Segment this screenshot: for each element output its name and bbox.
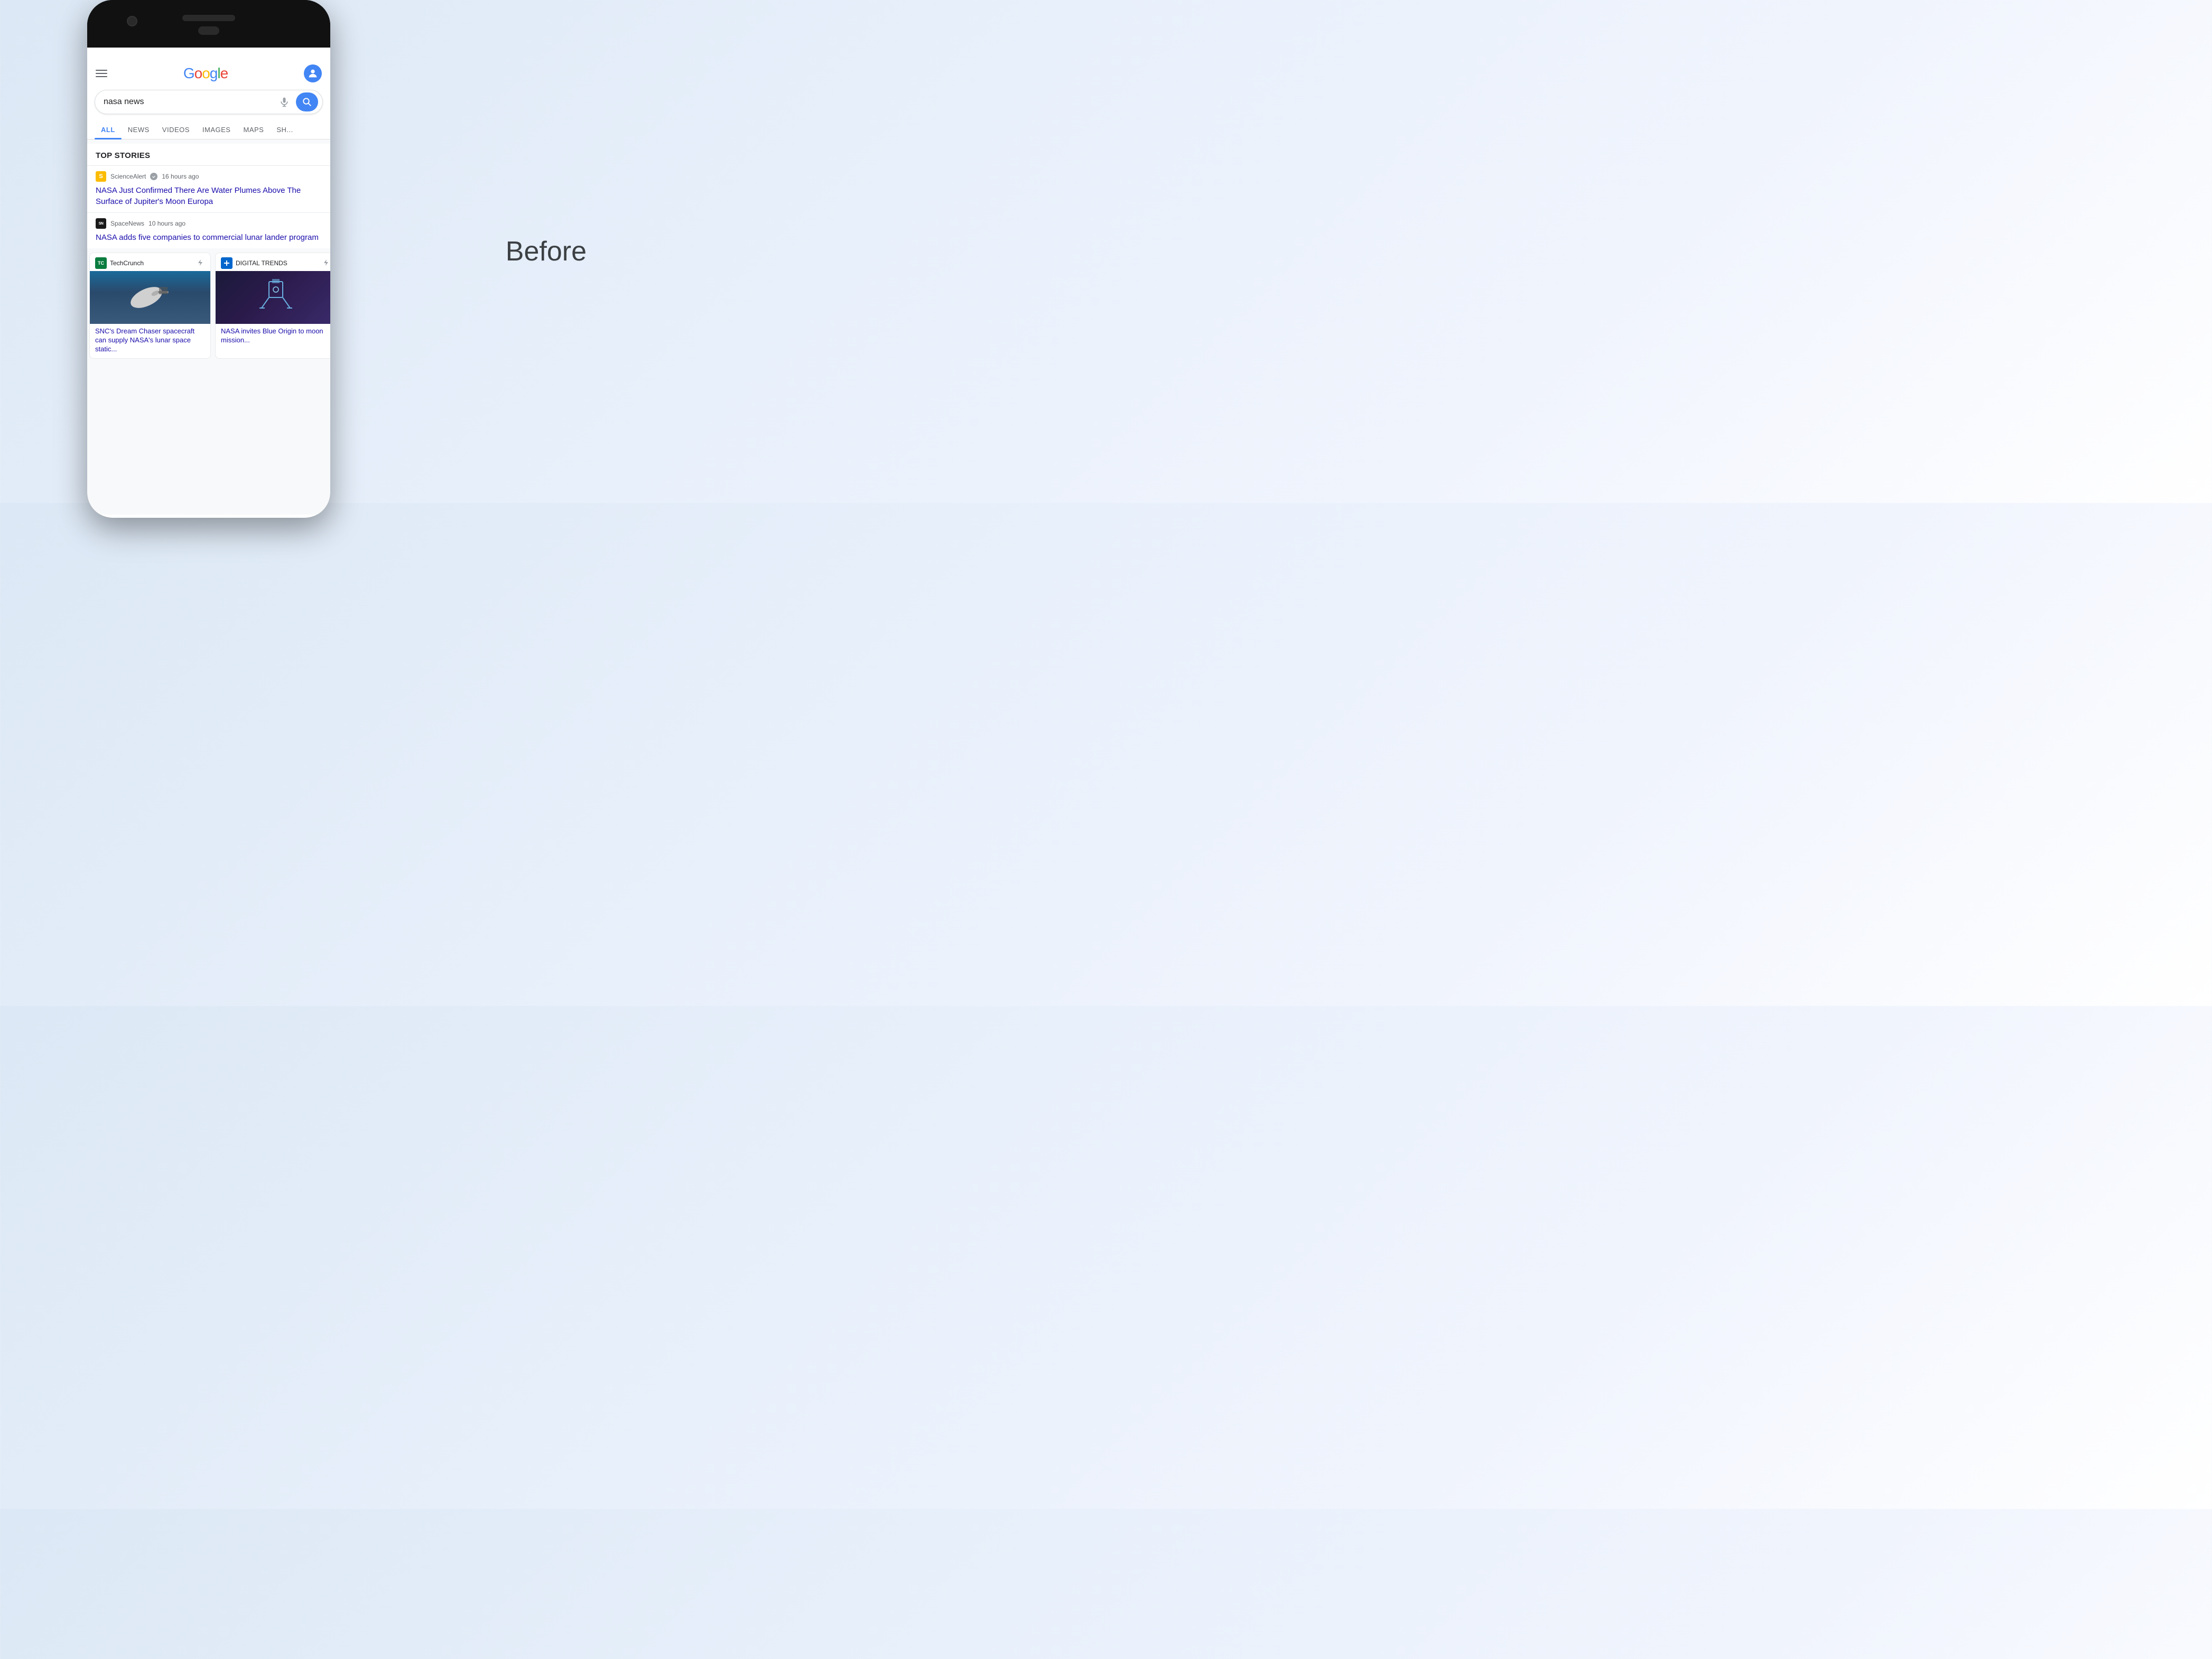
before-label: Before <box>506 236 587 267</box>
phone-shell: G o o g l e nasa news <box>87 0 330 518</box>
card-source-left-1: TC TechCrunch <box>95 257 144 269</box>
lander-svg <box>257 276 294 319</box>
phone-screen: G o o g l e nasa news <box>87 48 330 518</box>
source-name-2: SpaceNews <box>110 220 144 227</box>
search-bar[interactable]: nasa news <box>95 90 323 114</box>
story-card-2[interactable]: DIGITAL TRENDS <box>215 253 330 359</box>
flash-icon-1 <box>197 259 205 267</box>
card-image-1 <box>90 271 210 324</box>
source-time-1: 16 hours ago <box>162 173 199 180</box>
news-item-1[interactable]: S ScienceAlert 16 hours ago NASA Just Co… <box>87 165 330 212</box>
mic-button[interactable] <box>275 92 294 111</box>
tab-maps[interactable]: MAPS <box>237 120 270 139</box>
news-source-row-1: S ScienceAlert 16 hours ago <box>96 171 322 182</box>
logo-G: G <box>183 65 194 82</box>
speaker <box>182 15 235 21</box>
profile-icon <box>307 68 319 79</box>
search-tabs: ALL NEWS VIDEOS IMAGES MAPS SH... <box>87 120 330 139</box>
tab-news[interactable]: NEWS <box>122 120 156 139</box>
cards-row: TC TechCrunch <box>87 248 330 359</box>
front-camera <box>127 16 137 26</box>
google-app-header: G o o g l e <box>87 60 330 87</box>
lightning-icon <box>197 259 204 266</box>
top-stories-header: TOP STORIES <box>87 144 330 165</box>
news-title-1[interactable]: NASA Just Confirmed There Are Water Plum… <box>96 185 322 207</box>
card-image-2 <box>216 271 330 324</box>
phone-device: G o o g l e nasa news <box>87 0 330 518</box>
results-area: TOP STORIES S ScienceAlert <box>87 139 330 515</box>
news-source-row-2: SN SpaceNews 10 hours ago <box>96 218 322 229</box>
digitaltrends-logo <box>221 257 233 269</box>
menu-button[interactable] <box>96 70 107 77</box>
checkmark-icon <box>151 174 156 179</box>
card-source-name-1: TechCrunch <box>110 259 144 267</box>
techcrunch-logo: TC <box>95 257 107 269</box>
google-logo: G o o g l e <box>183 65 228 82</box>
story-card-1[interactable]: TC TechCrunch <box>89 253 211 359</box>
news-title-2[interactable]: NASA adds five companies to commercial l… <box>96 232 322 243</box>
tab-images[interactable]: IMAGES <box>196 120 237 139</box>
logo-g: g <box>210 65 218 82</box>
card-source-row-1: TC TechCrunch <box>90 253 210 271</box>
logo-e: e <box>220 65 228 82</box>
tab-all[interactable]: ALL <box>95 120 122 139</box>
search-icon <box>302 97 312 107</box>
proximity-sensor <box>198 26 219 35</box>
card-title-1[interactable]: SNC's Dream Chaser spacecraft can supply… <box>90 324 210 358</box>
tab-videos[interactable]: VIDEOS <box>156 120 196 139</box>
phone-top-bezel <box>87 0 330 48</box>
profile-button[interactable] <box>304 64 322 82</box>
verified-icon <box>150 173 157 180</box>
status-bar <box>87 48 330 60</box>
search-bar-container: nasa news <box>87 87 330 120</box>
search-button[interactable] <box>296 92 318 111</box>
lightning-icon-2 <box>322 259 330 266</box>
card-source-row-2: DIGITAL TRENDS <box>216 253 330 271</box>
card-source-left-2: DIGITAL TRENDS <box>221 257 287 269</box>
news-item-2[interactable]: SN SpaceNews 10 hours ago NASA adds five… <box>87 212 330 248</box>
dt-plus-icon <box>223 259 230 267</box>
mic-icon <box>279 97 290 107</box>
sciencealert-logo: S <box>96 171 106 182</box>
source-name-1: ScienceAlert <box>110 173 146 180</box>
top-stories-card: TOP STORIES S ScienceAlert <box>87 144 330 359</box>
spacenews-logo: SN <box>96 218 106 229</box>
search-input[interactable]: nasa news <box>104 97 275 107</box>
logo-o1: o <box>194 65 202 82</box>
tab-shopping[interactable]: SH... <box>270 120 299 139</box>
card-source-name-2: DIGITAL TRENDS <box>236 259 287 267</box>
flash-icon-2 <box>322 259 330 267</box>
card-title-2[interactable]: NASA invites Blue Origin to moon mission… <box>216 324 330 349</box>
source-time-2: 10 hours ago <box>148 220 185 227</box>
spacecraft-svg <box>126 282 174 313</box>
logo-o2: o <box>202 65 210 82</box>
